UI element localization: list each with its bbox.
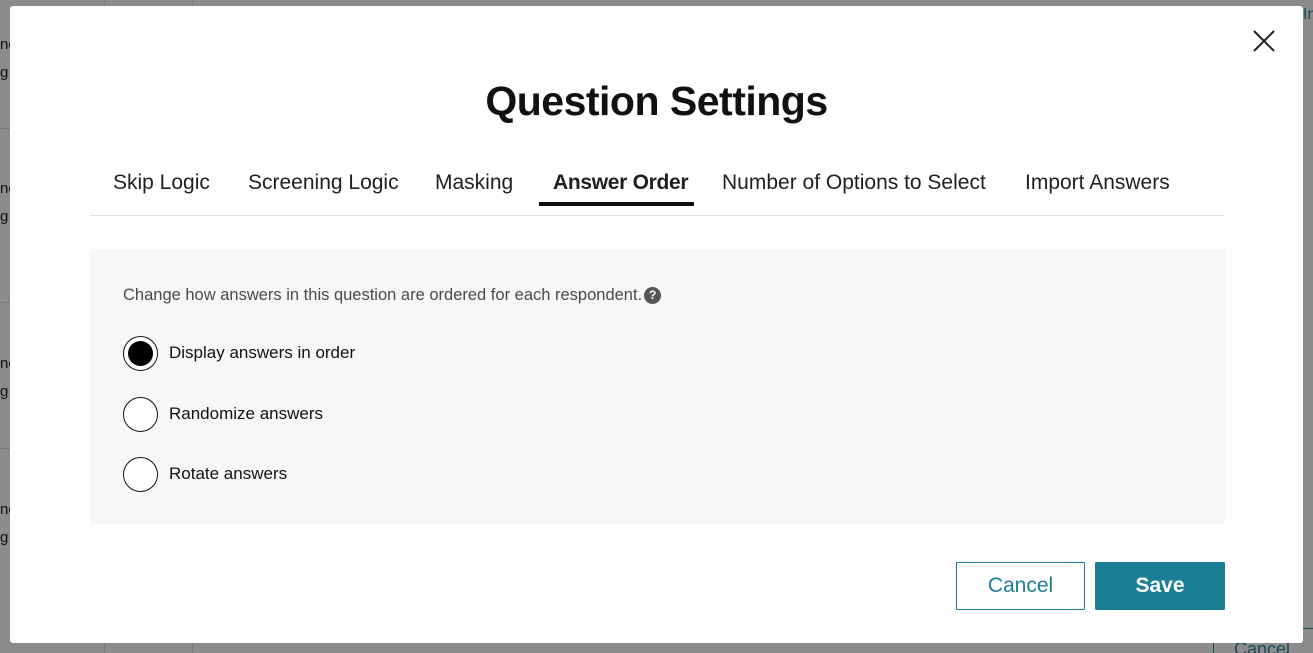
tab-masking[interactable]: Masking [435, 164, 513, 216]
tab-screening-logic[interactable]: Screening Logic [248, 164, 399, 216]
modal-title: Question Settings [485, 78, 828, 124]
answer-order-panel: Change how answers in this question are … [90, 249, 1225, 524]
radio-label: Rotate answers [169, 464, 288, 483]
close-icon [1253, 30, 1275, 52]
save-button[interactable]: Save [1095, 562, 1225, 610]
tab-number-of-options[interactable]: Number of Options to Select [722, 164, 986, 216]
description-text: Change how answers in this question are … [123, 286, 643, 304]
radio-button[interactable] [123, 456, 158, 492]
radio-option-randomize[interactable]: Randomize answers [123, 396, 324, 432]
question-circle-icon[interactable]: ? [644, 287, 662, 304]
tab-import-answers[interactable]: Import Answers [1025, 164, 1170, 216]
question-settings-modal: Question Settings Skip Logic Screening L… [10, 6, 1303, 643]
radio-button[interactable] [123, 335, 158, 371]
radio-label: Display answers in order [169, 343, 356, 362]
answer-order-description: Change how answers in this question are … [123, 286, 662, 305]
tab-skip-logic[interactable]: Skip Logic [113, 164, 210, 216]
tab-answer-order[interactable]: Answer Order [553, 164, 689, 216]
settings-tabs: Skip Logic Screening Logic Masking Answe… [90, 164, 1225, 216]
radio-label: Randomize answers [169, 404, 324, 423]
radio-button[interactable] [123, 396, 158, 432]
active-tab-indicator [539, 202, 694, 206]
close-button[interactable] [1251, 28, 1277, 54]
radio-option-rotate[interactable]: Rotate answers [123, 456, 288, 492]
cancel-button[interactable]: Cancel [956, 562, 1085, 610]
radio-selected-dot [128, 340, 153, 366]
radio-option-display-in-order[interactable]: Display answers in order [123, 335, 356, 371]
